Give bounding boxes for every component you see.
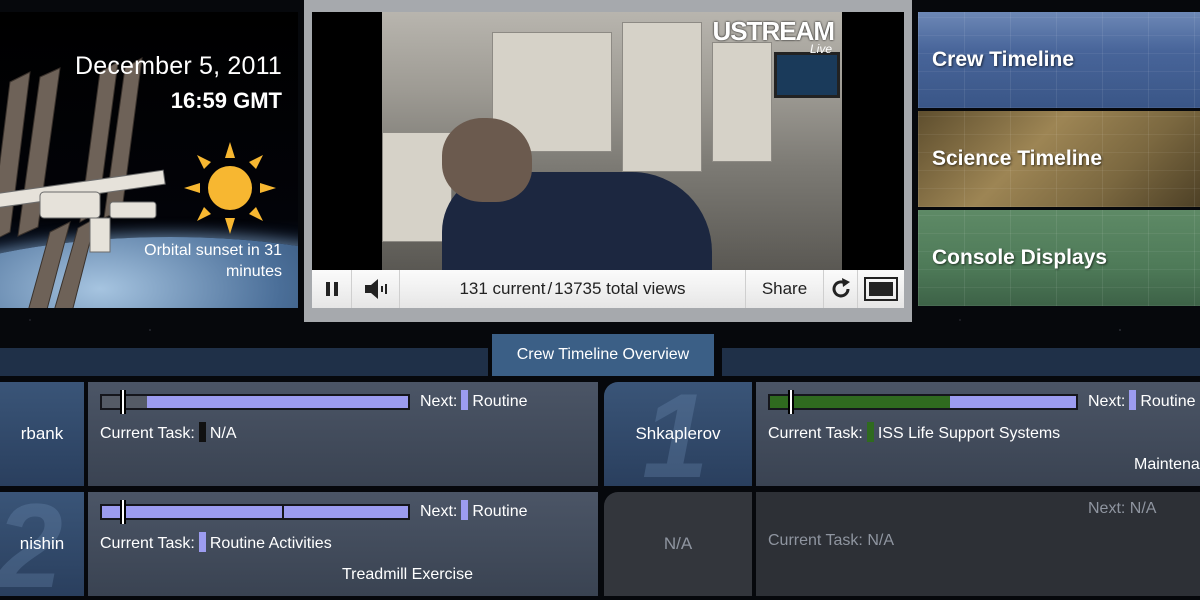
next-prefix: Next: — [420, 503, 458, 520]
next-task-color-swatch — [461, 500, 469, 520]
next-task: Next: N/A — [1088, 500, 1156, 518]
science-timeline-label: Science Timeline — [932, 147, 1103, 170]
current-prefix: Current Task: — [100, 425, 195, 442]
crew-timeline-label: Crew Timeline — [932, 48, 1074, 71]
task-progress-bar — [100, 390, 410, 414]
next-task: Next: Routine — [1088, 390, 1196, 411]
current-task-segment — [770, 396, 950, 408]
current-date: December 5, 2011 — [74, 52, 282, 80]
task-progress-bar — [100, 500, 410, 524]
next-task-color-swatch — [461, 390, 469, 410]
reload-icon — [832, 278, 850, 298]
crew-task-cell: Next: Routine Current Task: ISS Life Suppo… — [756, 382, 1200, 486]
next-prefix: Next: — [1088, 393, 1126, 410]
crew-timeline-overview-tab[interactable]: Crew Timeline Overview — [492, 334, 714, 376]
share-button[interactable]: Share — [746, 270, 824, 308]
overview-divider-right — [722, 348, 1200, 376]
task-boundary — [282, 506, 284, 518]
next-prefix: Next: — [1088, 500, 1126, 517]
pause-button[interactable] — [312, 270, 352, 308]
orbital-sunset-countdown: Orbital sunset in 31 minutes — [144, 242, 282, 280]
current-task-name: N/A — [867, 532, 894, 549]
following-task: Maintena — [1134, 456, 1200, 473]
next-task-name: Routine — [1140, 393, 1196, 410]
pause-icon — [325, 282, 338, 296]
reload-button[interactable] — [824, 270, 858, 308]
date-time-panel: December 5, 2011 16:59 GMT Orbital sunse… — [0, 12, 298, 308]
crew-member-name-cell[interactable]: N/A — [604, 492, 752, 596]
current-task: Current Task: ISS Life Support Systems — [768, 422, 1060, 443]
fullscreen-button[interactable] — [858, 270, 904, 308]
equipment-rack — [622, 22, 702, 172]
astronaut-head — [442, 118, 532, 202]
current-task: Current Task: N/A — [768, 532, 894, 550]
current-viewers: 131 current — [459, 279, 546, 298]
following-task: Treadmill Exercise — [342, 566, 473, 583]
current-time: 16:59 GMT — [170, 88, 282, 113]
current-prefix: Current Task: — [768, 532, 863, 549]
console-displays-label: Console Displays — [932, 246, 1108, 269]
crew-member-name: nishin — [19, 534, 65, 553]
progress-marker — [120, 500, 127, 524]
crew-member-name: Shkaplerov — [635, 424, 721, 443]
crew-task-cell: Next: Routine Current Task: Routine Activi… — [88, 492, 598, 596]
volume-icon — [364, 279, 387, 299]
science-timeline-link[interactable]: Science Timeline — [918, 111, 1200, 207]
crew-member-name-cell[interactable]: 1 Shkaplerov — [604, 382, 752, 486]
current-task-name: N/A — [209, 425, 237, 442]
video-screen[interactable]: USTREAM Live — [312, 12, 904, 270]
crew-task-cell: Next: N/A Current Task: N/A — [756, 492, 1200, 596]
task-progress-bar — [768, 390, 1078, 414]
equipment-rack — [712, 42, 772, 162]
overview-divider-left — [0, 348, 488, 376]
video-player: USTREAM Live 131 current / 13735 total v… — [304, 0, 912, 322]
next-task: Next: Routine — [420, 390, 528, 411]
fullscreen-icon — [864, 277, 898, 301]
crew-timeline-link[interactable]: Crew Timeline — [918, 12, 1200, 108]
ustream-live-label: Live — [809, 42, 832, 56]
current-task-color-swatch — [866, 422, 874, 442]
current-task: Current Task: N/A — [100, 422, 237, 443]
volume-button[interactable] — [352, 270, 400, 308]
current-task-color-swatch — [198, 532, 206, 552]
laptop-screen — [774, 52, 840, 98]
view-count: 131 current / 13735 total views — [400, 270, 746, 308]
next-prefix: Next: — [420, 393, 458, 410]
crew-member-name: rbank — [20, 424, 64, 443]
next-task-color-swatch — [1129, 390, 1137, 410]
next-task: Next: Routine — [420, 500, 528, 521]
current-task-color-swatch — [198, 422, 206, 442]
crew-member-name-cell[interactable]: rbank — [0, 382, 84, 486]
progress-marker — [788, 390, 795, 414]
crew-member-name: N/A — [663, 534, 693, 553]
views-separator: / — [547, 279, 553, 298]
console-displays-link[interactable]: Console Displays — [918, 210, 1200, 306]
video-feed-image: USTREAM Live — [382, 12, 842, 270]
next-task-name: Routine — [472, 393, 528, 410]
current-task-name: Routine Activities — [209, 535, 332, 552]
current-task: Current Task: Routine Activities — [100, 532, 332, 553]
sun-icon — [184, 142, 276, 234]
current-task-name: ISS Life Support Systems — [877, 425, 1061, 442]
next-task-name: Routine — [472, 503, 528, 520]
next-task-name: N/A — [1129, 500, 1157, 517]
progress-marker — [120, 390, 127, 414]
video-control-bar: 131 current / 13735 total views Share — [312, 270, 904, 308]
current-prefix: Current Task: — [768, 425, 863, 442]
crew-member-name-cell[interactable]: 2 nishin — [0, 492, 84, 596]
current-prefix: Current Task: — [100, 535, 195, 552]
crew-task-cell: Next: Routine Current Task: N/A — [88, 382, 598, 486]
total-views: 13735 total views — [554, 279, 686, 298]
